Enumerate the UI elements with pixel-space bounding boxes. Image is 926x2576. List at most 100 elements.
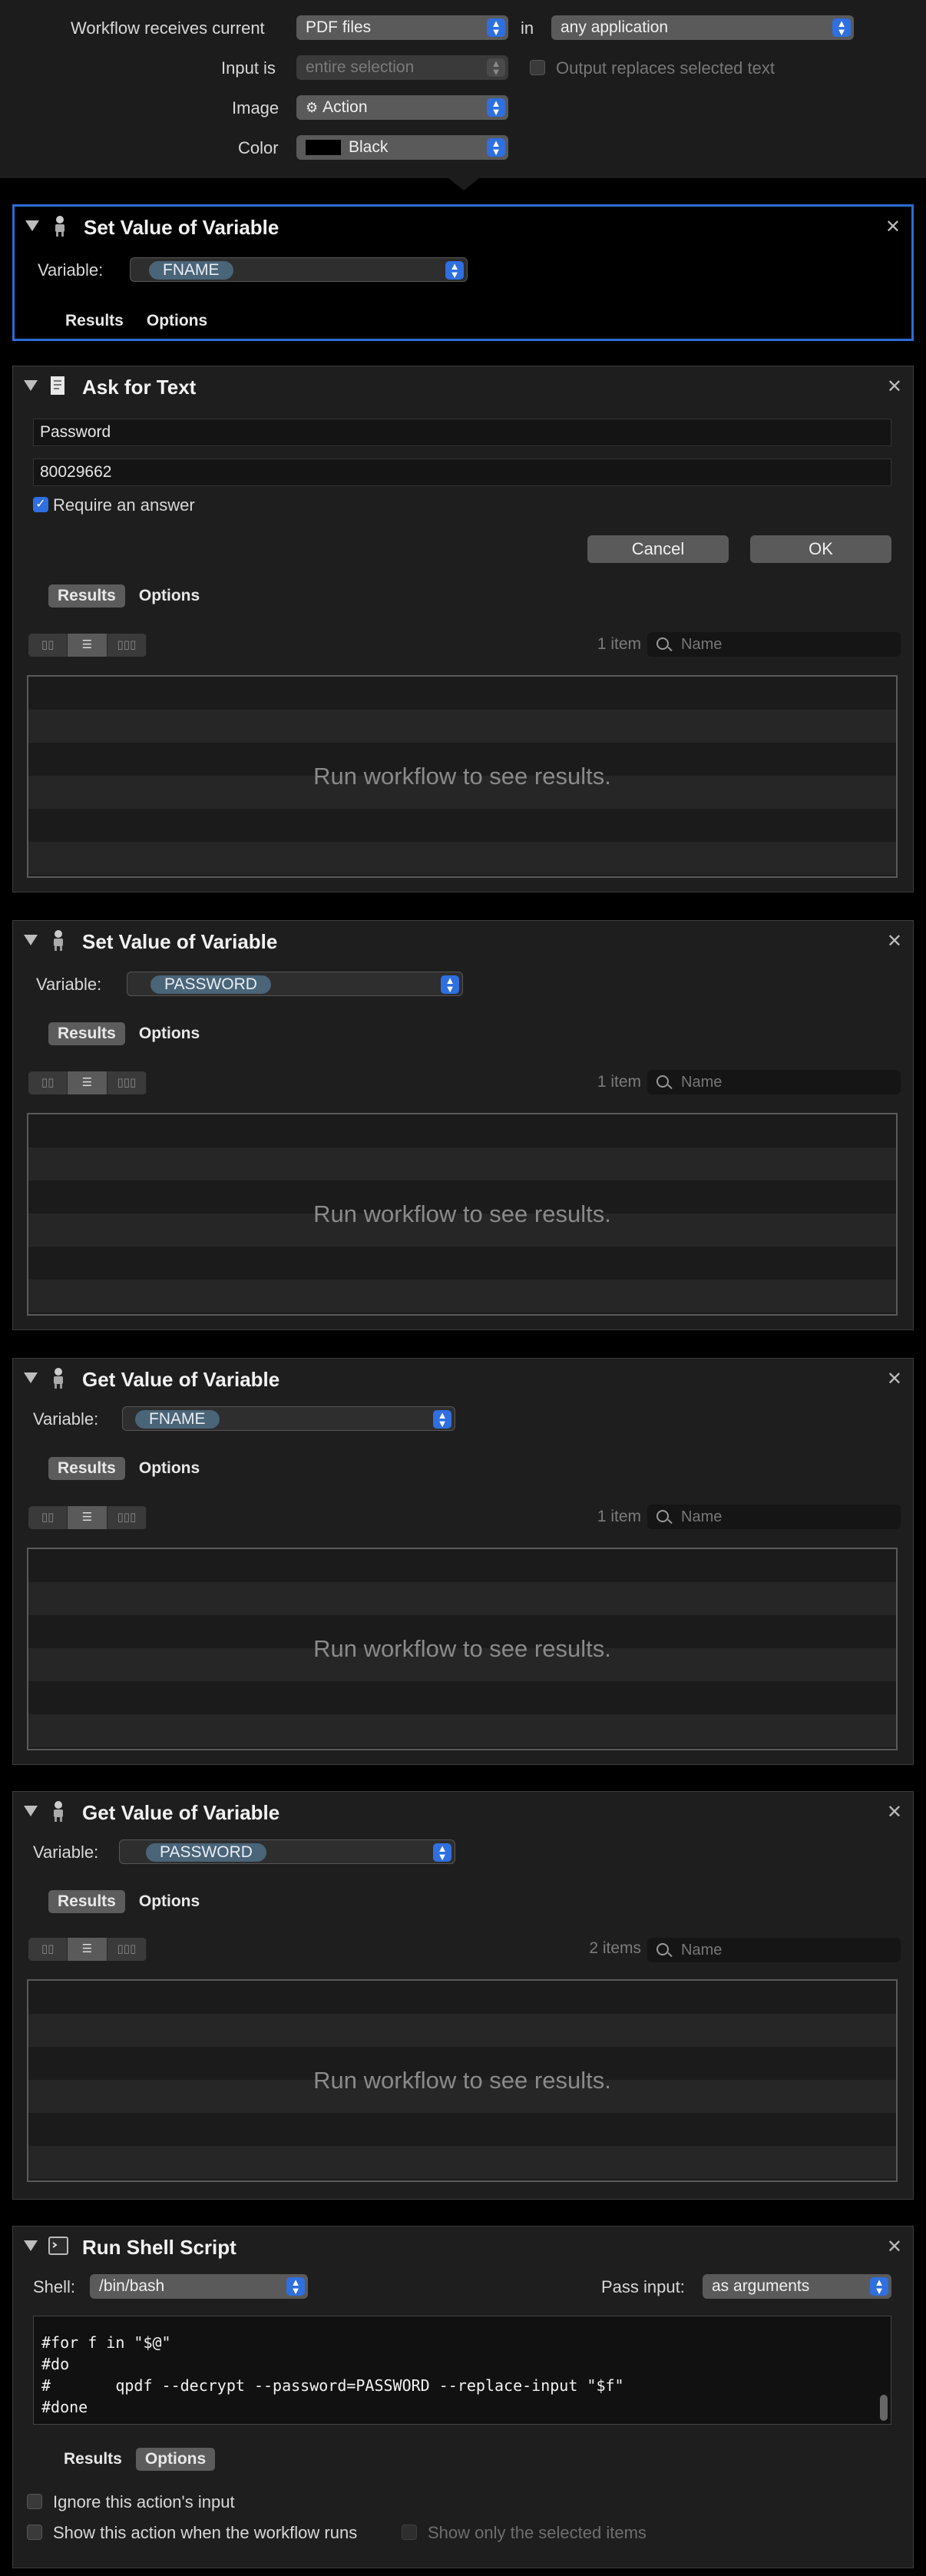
image-select[interactable]: ⚙ Action ▲ ▼ — [296, 95, 508, 120]
results-search-input[interactable]: Name — [647, 1505, 901, 1529]
input-is-select[interactable]: entire selection ▲ ▼ — [296, 55, 508, 80]
close-icon[interactable]: ✕ — [887, 376, 902, 398]
disclosure-triangle-icon[interactable] — [24, 1806, 38, 1816]
column-view-icon[interactable]: ▯▯▯ — [107, 1938, 147, 1961]
column-view-icon[interactable]: ▯▯▯ — [107, 634, 147, 657]
view-mode-control[interactable]: ▯▯ ☰ ▯▯▯ — [28, 634, 147, 657]
receives-select[interactable]: PDF files ▲ ▼ — [296, 15, 508, 40]
disclosure-triangle-icon[interactable] — [24, 1372, 38, 1383]
results-search-input[interactable]: Name — [647, 632, 901, 657]
default-answer-field[interactable]: 80029662 — [33, 459, 891, 486]
disclosure-triangle-icon[interactable] — [24, 380, 38, 391]
close-icon[interactable]: ✕ — [885, 216, 901, 238]
action-get-variable-fname[interactable]: Get Value of Variable ✕ Variable: FNAME ▲… — [12, 1358, 914, 1765]
question-field[interactable]: Password — [33, 419, 891, 446]
close-icon[interactable]: ✕ — [887, 930, 902, 952]
column-view-icon[interactable]: ▯▯▯ — [107, 1506, 147, 1529]
view-mode-control[interactable]: ▯▯ ☰ ▯▯▯ — [28, 1071, 147, 1094]
variable-label: Variable: — [33, 1843, 99, 1862]
close-icon[interactable]: ✕ — [887, 2236, 902, 2258]
image-value: Action — [322, 98, 368, 116]
tab-options[interactable]: Options — [130, 584, 209, 608]
application-value: any application — [561, 18, 669, 36]
require-answer-checkbox[interactable]: ✓ — [33, 497, 48, 512]
tab-results[interactable]: Results — [48, 1022, 125, 1045]
show-action-label: Show this action when the workflow runs — [53, 2523, 358, 2542]
list-view-icon[interactable]: ☰ — [68, 634, 107, 657]
action-title: Get Value of Variable — [82, 1368, 280, 1391]
action-title: Run Shell Script — [82, 2236, 236, 2259]
view-mode-control[interactable]: ▯▯ ☰ ▯▯▯ — [28, 1938, 147, 1961]
results-table: Run workflow to see results. — [27, 1979, 898, 2182]
header-pointer — [448, 178, 479, 190]
column-view-icon[interactable]: ▯▯▯ — [107, 1071, 147, 1094]
close-icon[interactable]: ✕ — [887, 1368, 902, 1390]
tab-results[interactable]: Results — [55, 2448, 131, 2471]
action-tabs: Results Options — [48, 1457, 213, 1480]
tab-options[interactable]: Options — [135, 2448, 216, 2471]
tab-options[interactable]: Options — [130, 1022, 209, 1045]
tab-options[interactable]: Options — [137, 310, 217, 333]
shell-value: /bin/bash — [99, 2277, 165, 2295]
application-select[interactable]: any application ▲ ▼ — [551, 15, 854, 40]
scrollbar[interactable] — [880, 2395, 888, 2421]
cancel-button[interactable]: Cancel — [587, 535, 729, 563]
item-count: 2 items — [589, 1939, 641, 1957]
action-set-variable-password[interactable]: Set Value of Variable ✕ Variable: PASSWO… — [12, 920, 914, 1330]
tab-results[interactable]: Results — [48, 584, 125, 608]
ok-button[interactable]: OK — [750, 535, 891, 563]
icon-view-icon[interactable]: ▯▯ — [28, 1938, 68, 1961]
show-selected-checkbox[interactable] — [402, 2525, 417, 2540]
list-view-icon[interactable]: ☰ — [68, 1506, 107, 1529]
tab-options[interactable]: Options — [130, 1457, 209, 1480]
chevron-updown-icon: ▲ ▼ — [832, 18, 851, 37]
list-view-icon[interactable]: ☰ — [68, 1071, 107, 1094]
icon-view-icon[interactable]: ▯▯ — [28, 634, 68, 657]
image-label: Image — [232, 98, 279, 118]
search-placeholder: Name — [681, 1508, 723, 1525]
search-icon — [656, 1510, 669, 1522]
disclosure-triangle-icon[interactable] — [24, 935, 38, 945]
ignore-input-checkbox[interactable] — [27, 2494, 42, 2509]
robot-icon — [48, 214, 71, 237]
variable-select[interactable]: FNAME ▲ ▼ — [122, 1406, 455, 1431]
chevron-updown-icon: ▲ ▼ — [286, 2277, 305, 2296]
show-action-checkbox[interactable] — [27, 2525, 42, 2540]
tab-results[interactable]: Results — [56, 310, 133, 333]
view-mode-control[interactable]: ▯▯ ☰ ▯▯▯ — [28, 1506, 147, 1529]
color-select[interactable]: Black ▲ ▼ — [296, 135, 508, 160]
chevron-updown-icon: ▲ ▼ — [870, 2277, 888, 2296]
disclosure-triangle-icon[interactable] — [25, 220, 39, 231]
disclosure-triangle-icon[interactable] — [24, 2240, 38, 2251]
list-view-icon[interactable]: ☰ — [68, 1938, 107, 1961]
icon-view-icon[interactable]: ▯▯ — [28, 1506, 68, 1529]
code-line: # qpdf --decrypt --password=PASSWORD --r… — [41, 2376, 624, 2395]
action-run-shell-script[interactable]: Run Shell Script ✕ Shell: /bin/bash ▲ ▼ Pa… — [12, 2226, 914, 2568]
action-get-variable-password[interactable]: Get Value of Variable ✕ Variable: PASSWO… — [12, 1791, 914, 2200]
variable-select[interactable]: PASSWORD ▲ ▼ — [127, 972, 463, 996]
action-connector — [440, 2200, 486, 2227]
variable-token: PASSWORD — [146, 1843, 266, 1862]
icon-view-icon[interactable]: ▯▯ — [28, 1071, 68, 1094]
output-replaces-checkbox[interactable] — [530, 60, 545, 75]
shell-select[interactable]: /bin/bash ▲ ▼ — [90, 2274, 308, 2299]
results-table: Run workflow to see results. — [27, 1113, 898, 1316]
tab-results[interactable]: Results — [48, 1890, 125, 1913]
search-icon — [656, 1075, 669, 1088]
pass-input-select[interactable]: as arguments ▲ ▼ — [703, 2274, 891, 2299]
chevron-updown-icon: ▲ ▼ — [433, 1843, 451, 1862]
chevron-updown-icon: ▲ ▼ — [487, 98, 505, 117]
script-editor[interactable]: #for f in "$@" #do # qpdf --decrypt --pass… — [33, 2316, 891, 2425]
results-search-input[interactable]: Name — [647, 1070, 901, 1094]
robot-icon — [47, 1366, 70, 1389]
results-search-input[interactable]: Name — [647, 1938, 901, 1962]
close-icon[interactable]: ✕ — [887, 1801, 902, 1823]
variable-select[interactable]: FNAME ▲ ▼ — [130, 257, 468, 282]
show-selected-label: Show only the selected items — [428, 2523, 647, 2542]
tab-results[interactable]: Results — [48, 1457, 125, 1480]
tab-options[interactable]: Options — [130, 1890, 209, 1913]
action-set-variable-fname[interactable]: Set Value of Variable ✕ Variable: FNAME ▲… — [12, 204, 914, 341]
action-tabs: Results Options — [56, 310, 221, 333]
action-ask-for-text[interactable]: Ask for Text ✕ Password 80029662 ✓ Requi… — [12, 366, 914, 892]
variable-select[interactable]: PASSWORD ▲ ▼ — [119, 1839, 455, 1864]
